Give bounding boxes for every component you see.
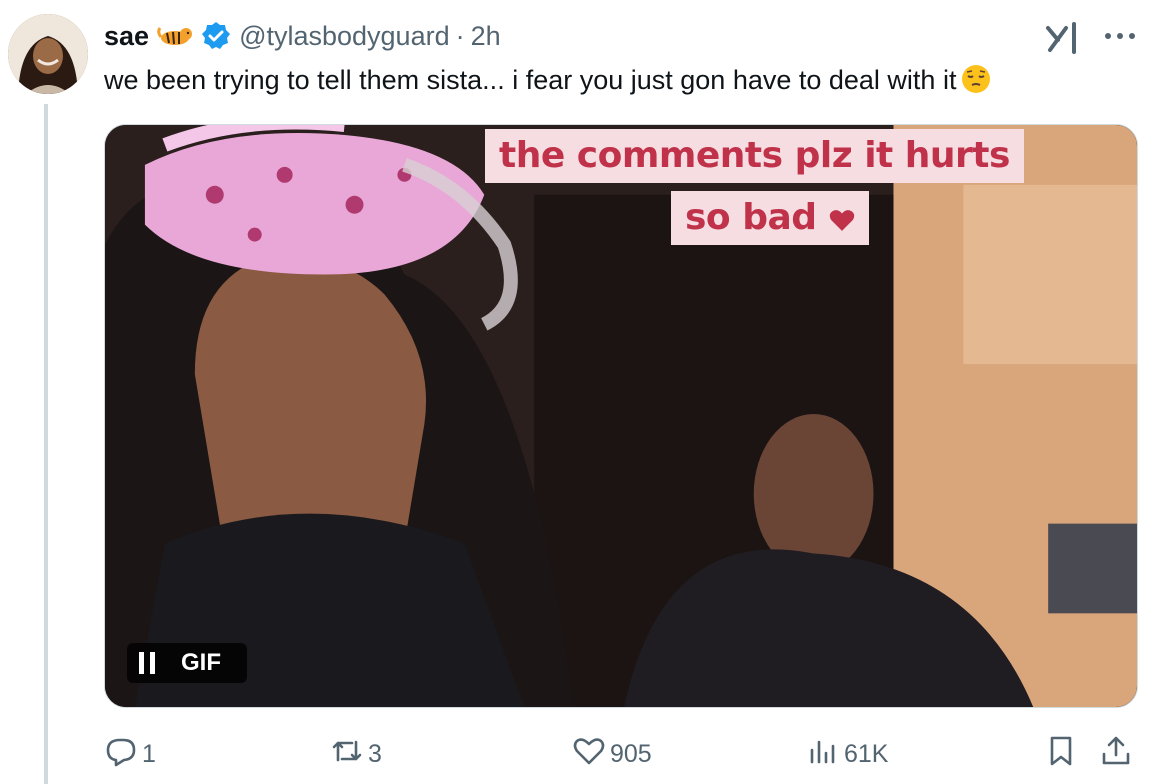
- heart-icon: [829, 197, 855, 238]
- like-heart-icon: [572, 734, 606, 775]
- reply-icon: [104, 734, 138, 775]
- author-handle[interactable]: @tylasbodyguard: [239, 21, 450, 52]
- repost-button[interactable]: 3: [330, 734, 382, 774]
- tweet-body: we been trying to tell them sista... i f…: [104, 65, 957, 95]
- separator-dot: ·: [455, 20, 465, 51]
- like-count: 905: [610, 739, 652, 768]
- share-icon: [1099, 734, 1133, 775]
- reply-button[interactable]: 1: [104, 734, 156, 774]
- gif-caption-line2: so bad: [671, 191, 869, 245]
- verified-icon[interactable]: [201, 21, 231, 51]
- tiger-emoji-icon: [157, 24, 193, 48]
- gif-pause-badge[interactable]: GIF: [127, 643, 247, 683]
- pensive-face-emoji-icon: [960, 63, 992, 95]
- avatar[interactable]: [8, 14, 88, 94]
- tweet-header: sae @tylasbodyguard · 2h: [104, 18, 501, 54]
- grok-icon[interactable]: [1044, 20, 1084, 56]
- gif-frame: [105, 125, 1137, 707]
- views-count: 61K: [844, 739, 889, 768]
- views-bar-chart-icon: [806, 734, 840, 775]
- reply-count: 1: [142, 739, 156, 768]
- bookmark-button[interactable]: [1044, 734, 1078, 774]
- gif-label: GIF: [181, 649, 221, 676]
- gif-media[interactable]: the comments plz it hurts so bad GIF: [104, 124, 1138, 708]
- tweet-text: we been trying to tell them sista... i f…: [104, 62, 992, 98]
- repost-count: 3: [368, 739, 382, 768]
- thread-line: [44, 104, 48, 784]
- display-name[interactable]: sae: [104, 21, 149, 52]
- more-options-icon[interactable]: [1100, 20, 1140, 52]
- tweet-actions: 1 3 905 61K: [104, 734, 1138, 774]
- timestamp[interactable]: 2h: [471, 21, 501, 52]
- repost-icon: [330, 734, 364, 775]
- pause-icon[interactable]: [127, 643, 167, 683]
- share-button[interactable]: [1099, 734, 1133, 774]
- bookmark-icon: [1044, 734, 1078, 775]
- gif-caption-line1: the comments plz it hurts: [485, 129, 1024, 183]
- gif-caption-text: so bad: [685, 197, 817, 238]
- like-button[interactable]: 905: [572, 734, 652, 774]
- views-button[interactable]: 61K: [806, 734, 888, 774]
